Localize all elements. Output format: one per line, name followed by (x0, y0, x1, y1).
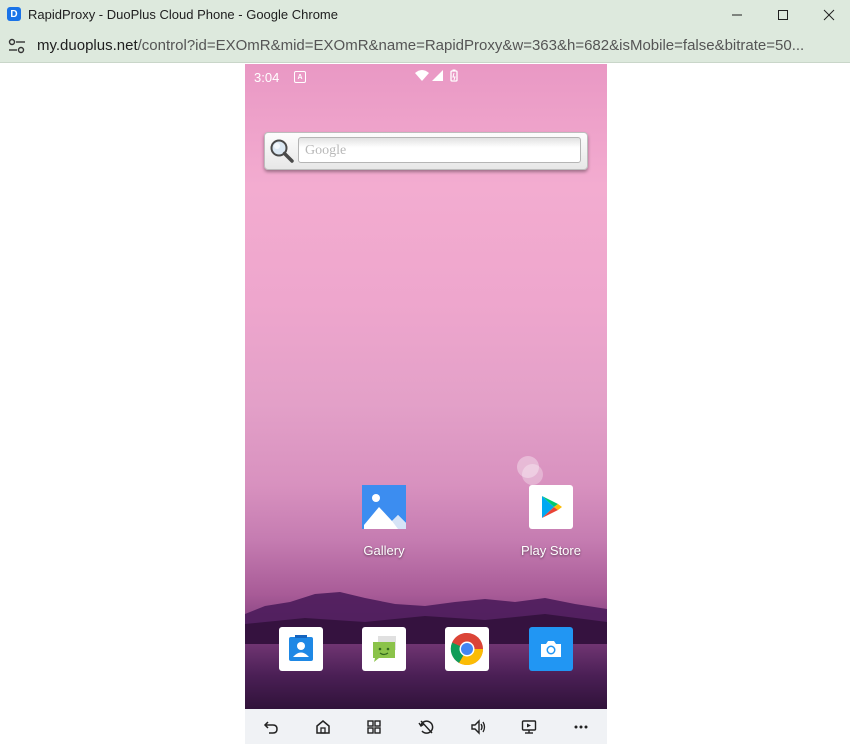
app-gallery[interactable]: Gallery (339, 485, 429, 558)
phone-control-toolbar (245, 709, 607, 744)
recents-button[interactable] (364, 717, 384, 737)
more-button[interactable] (571, 717, 591, 737)
url-field[interactable]: my.duoplus.net/control?id=EXOmR&mid=EXOm… (37, 37, 837, 54)
dock-chrome[interactable] (445, 627, 489, 671)
notification-a-icon: A (294, 71, 306, 83)
search-input[interactable]: Google (298, 137, 581, 163)
window-title: RapidProxy - DuoPlus Cloud Phone - Googl… (28, 7, 338, 22)
signal-icon (432, 70, 443, 81)
wifi-icon (415, 70, 429, 81)
duoplus-app-icon: D (7, 7, 21, 21)
back-icon (263, 721, 278, 734)
app-label: Play Store (521, 543, 581, 558)
status-icons (415, 69, 458, 82)
close-icon (823, 9, 835, 21)
google-search-widget[interactable]: Google (264, 132, 588, 170)
contacts-icon (289, 635, 313, 661)
chrome-icon (450, 632, 484, 666)
gallery-icon (362, 485, 406, 529)
messaging-icon (373, 636, 396, 662)
status-time: 3:04 (254, 70, 280, 85)
camera-icon (541, 641, 561, 657)
home-button[interactable] (313, 717, 333, 737)
home-icon (316, 720, 330, 734)
app-play-store[interactable]: Play Store (506, 485, 596, 558)
rotate-button[interactable] (416, 717, 436, 737)
play-store-icon (529, 485, 573, 529)
volume-icon (471, 719, 486, 735)
touch-indicator-2 (522, 464, 543, 485)
screen-icon (521, 720, 537, 734)
volume-button[interactable] (468, 717, 488, 737)
back-button[interactable] (261, 717, 281, 737)
screen-button[interactable] (519, 717, 539, 737)
rotate-lock-icon (418, 720, 434, 734)
maximize-icon (778, 10, 788, 20)
tune-icon (8, 38, 25, 54)
url-host: my.duoplus.net (37, 37, 138, 54)
phone-screen[interactable]: 3:04 A Google Gallery Play Store (245, 64, 607, 744)
dock-contacts[interactable] (279, 627, 323, 671)
search-icon (269, 138, 295, 164)
dock-messaging[interactable] (362, 627, 406, 671)
more-icon (574, 725, 588, 729)
address-bar: my.duoplus.net/control?id=EXOmR&mid=EXOm… (0, 30, 850, 63)
app-label: Gallery (363, 543, 405, 558)
site-info-button[interactable] (8, 38, 26, 54)
close-button[interactable] (806, 0, 850, 30)
minimize-button[interactable] (714, 0, 760, 30)
dock-camera[interactable] (529, 627, 573, 671)
window-titlebar: D RapidProxy - DuoPlus Cloud Phone - Goo… (0, 0, 850, 30)
status-bar: 3:04 A (245, 64, 607, 88)
maximize-button[interactable] (760, 0, 806, 30)
minimize-icon (732, 14, 742, 16)
recents-icon (367, 720, 381, 734)
url-path: /control?id=EXOmR&mid=EXOmR&name=RapidPr… (137, 37, 805, 54)
